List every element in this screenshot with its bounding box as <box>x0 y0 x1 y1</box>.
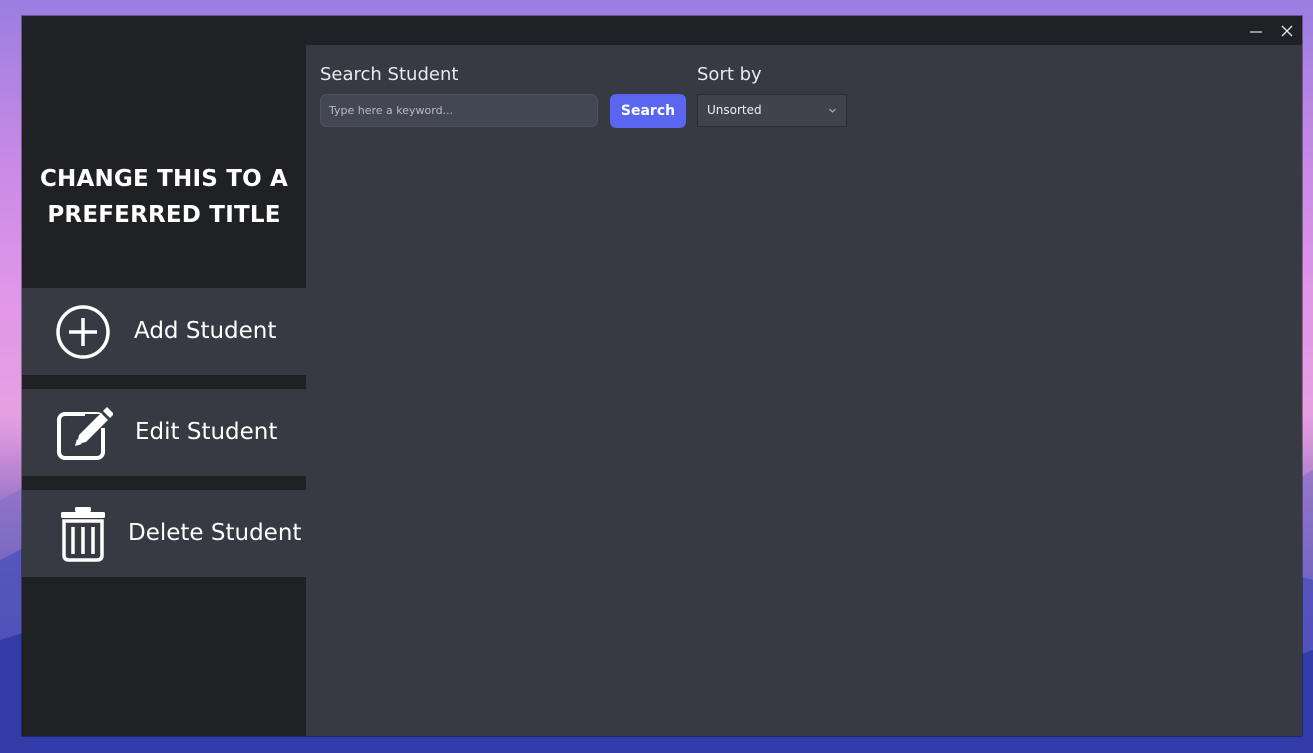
sort-dropdown[interactable]: Unsorted <box>697 94 847 127</box>
app-title: CHANGE THIS TO A PREFERRED TITLE <box>22 161 306 233</box>
search-label: Search Student <box>320 64 459 85</box>
desktop-background: CHANGE THIS TO A PREFERRED TITLE Add Stu… <box>0 0 1313 753</box>
chevron-down-icon <box>829 108 836 113</box>
search-button[interactable]: Search <box>610 94 686 128</box>
plus-circle-icon <box>56 305 110 359</box>
app-window: CHANGE THIS TO A PREFERRED TITLE Add Stu… <box>22 16 1302 736</box>
close-button[interactable] <box>1271 16 1302 45</box>
add-student-button[interactable]: Add Student <box>22 288 306 375</box>
close-icon <box>1281 25 1292 36</box>
sort-label: Sort by <box>697 64 762 85</box>
app-title-line-1: CHANGE THIS TO A <box>39 166 289 192</box>
edit-student-label: Edit Student <box>135 419 278 445</box>
search-input[interactable] <box>320 94 598 127</box>
app-title-line-2: PREFERRED TITLE <box>47 202 281 228</box>
delete-student-label: Delete Student <box>128 520 302 546</box>
minimize-icon <box>1249 30 1262 33</box>
title-bar[interactable] <box>22 16 1302 45</box>
trash-icon <box>61 507 105 562</box>
sidebar: CHANGE THIS TO A PREFERRED TITLE Add Stu… <box>22 45 306 736</box>
add-student-label: Add Student <box>134 318 277 344</box>
delete-student-button[interactable]: Delete Student <box>22 490 306 577</box>
minimize-button[interactable] <box>1240 16 1271 45</box>
main-panel: Search Student Search Sort by Unsorted <box>306 45 1302 736</box>
edit-student-button[interactable]: Edit Student <box>22 389 306 476</box>
sort-selected-value: Unsorted <box>707 103 762 117</box>
edit-icon <box>57 407 113 460</box>
